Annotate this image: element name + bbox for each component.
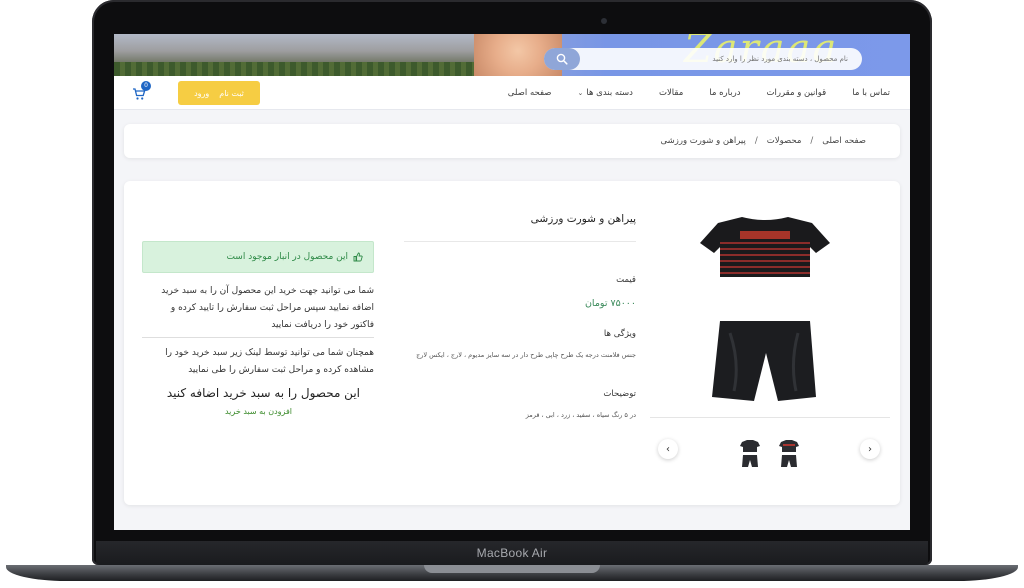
product-details: پیراهن و شورت ورزشی قیمت ۷۵۰۰۰ تومان ویژ… [392, 203, 636, 483]
laptop-frame: Zaraaa صفحه اصلی دسته بندی ها⌄ مقالات در… [0, 0, 1024, 588]
stock-status-alert: این محصول در انبار موجود است [142, 241, 374, 273]
purchase-divider [142, 337, 374, 338]
laptop-base: MacBook Air [0, 541, 1024, 588]
add-to-cart-link[interactable]: افزودن به سبد خرید [225, 407, 292, 416]
chevron-left-icon: ‹ [666, 443, 670, 455]
thumbs-up-icon [353, 252, 363, 262]
product-title: پیراهن و شورت ورزشی [530, 213, 636, 225]
price-label: قیمت [616, 275, 636, 285]
product-card: ‹ › پیراهن و شورت ورزشی قیمت ۷۵۰۰۰ تومان… [124, 181, 900, 505]
product-main-image [700, 217, 830, 401]
cart-info-text: همچنان شما می توانید توسط لینک زیر سبد خ… [165, 348, 374, 375]
main-navbar: صفحه اصلی دسته بندی ها⌄ مقالات درباره ما… [114, 76, 910, 110]
nav-item-contact[interactable]: تماس با ما [852, 88, 890, 98]
chevron-down-icon: ⌄ [577, 89, 584, 97]
gallery-prev-button[interactable]: ‹ [658, 439, 678, 459]
search-button[interactable] [544, 48, 580, 70]
cart-button[interactable]: 0 [132, 81, 151, 102]
gallery-divider [650, 417, 890, 418]
breadcrumb: صفحه اصلی / محصولات / پیراهن و شورت ورزش… [124, 124, 900, 158]
device-label: MacBook Air [476, 546, 548, 560]
login-link[interactable]: ورود [194, 89, 209, 98]
header-banner: Zaraaa [114, 34, 910, 76]
register-link[interactable]: ثبت نام [219, 89, 244, 98]
purchase-instructions: شما می توانید جهت خرید این محصول آن را ب… [161, 286, 374, 330]
breadcrumb-home[interactable]: صفحه اصلی [822, 136, 866, 146]
breadcrumb-current: پیراهن و شورت ورزشی [660, 136, 746, 146]
description-label: توضیحات [603, 389, 636, 399]
add-to-cart-heading: این محصول را به سبد خرید اضافه کنید [166, 386, 360, 400]
stock-status-text: این محصول در انبار موجود است [226, 252, 348, 262]
gallery-next-button[interactable]: › [860, 439, 880, 459]
search-input[interactable] [580, 48, 856, 70]
search-bar [544, 48, 862, 70]
browser-viewport: Zaraaa صفحه اصلی دسته بندی ها⌄ مقالات در… [114, 34, 910, 530]
product-thumbnail[interactable] [739, 439, 761, 469]
chevron-right-icon: › [868, 443, 872, 455]
features-label: ویژگی ها [603, 329, 636, 339]
nav-menu: صفحه اصلی دسته بندی ها⌄ مقالات درباره ما… [508, 76, 890, 110]
breadcrumb-separator: / [754, 136, 758, 146]
auth-box: ثبت نام ورود [178, 81, 260, 105]
details-divider [404, 241, 636, 242]
product-gallery [650, 203, 890, 433]
nav-item-home[interactable]: صفحه اصلی [508, 88, 552, 98]
breadcrumb-products[interactable]: محصولات [767, 136, 802, 146]
description-text: در ۵ رنگ سیاه ، سفید ، زرد ، ابی ، قرمز [525, 411, 636, 419]
nav-item-categories[interactable]: دسته بندی ها⌄ [578, 88, 633, 98]
nav-item-rules[interactable]: قوانین و مقررات [767, 88, 827, 98]
nav-item-categories-label: دسته بندی ها [586, 88, 633, 98]
product-price: ۷۵۰۰۰ تومان [584, 298, 636, 309]
camera [601, 18, 607, 24]
nav-item-articles[interactable]: مقالات [659, 88, 683, 98]
cart-count-badge: 0 [141, 81, 151, 91]
banner-field-image [114, 62, 474, 76]
nav-item-about[interactable]: درباره ما [709, 88, 740, 98]
breadcrumb-separator: / [810, 136, 814, 146]
laptop-notch [424, 565, 600, 573]
product-thumbnail[interactable] [778, 439, 800, 469]
search-icon [556, 53, 568, 65]
features-text: جنس فلامنت درجه یک طرح چاپی طرح دار در س… [416, 351, 636, 359]
laptop-hinge: MacBook Air [96, 541, 928, 565]
